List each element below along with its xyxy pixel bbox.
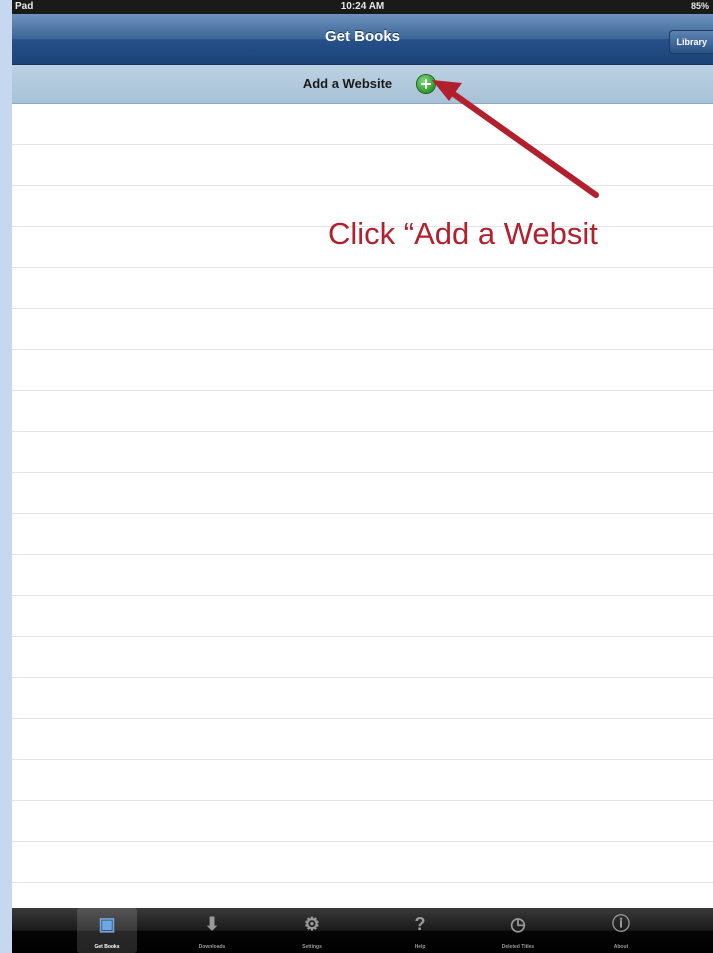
- instruction-annotation: Click “Add a Websit: [328, 216, 598, 251]
- annotation-arrow: [432, 80, 599, 198]
